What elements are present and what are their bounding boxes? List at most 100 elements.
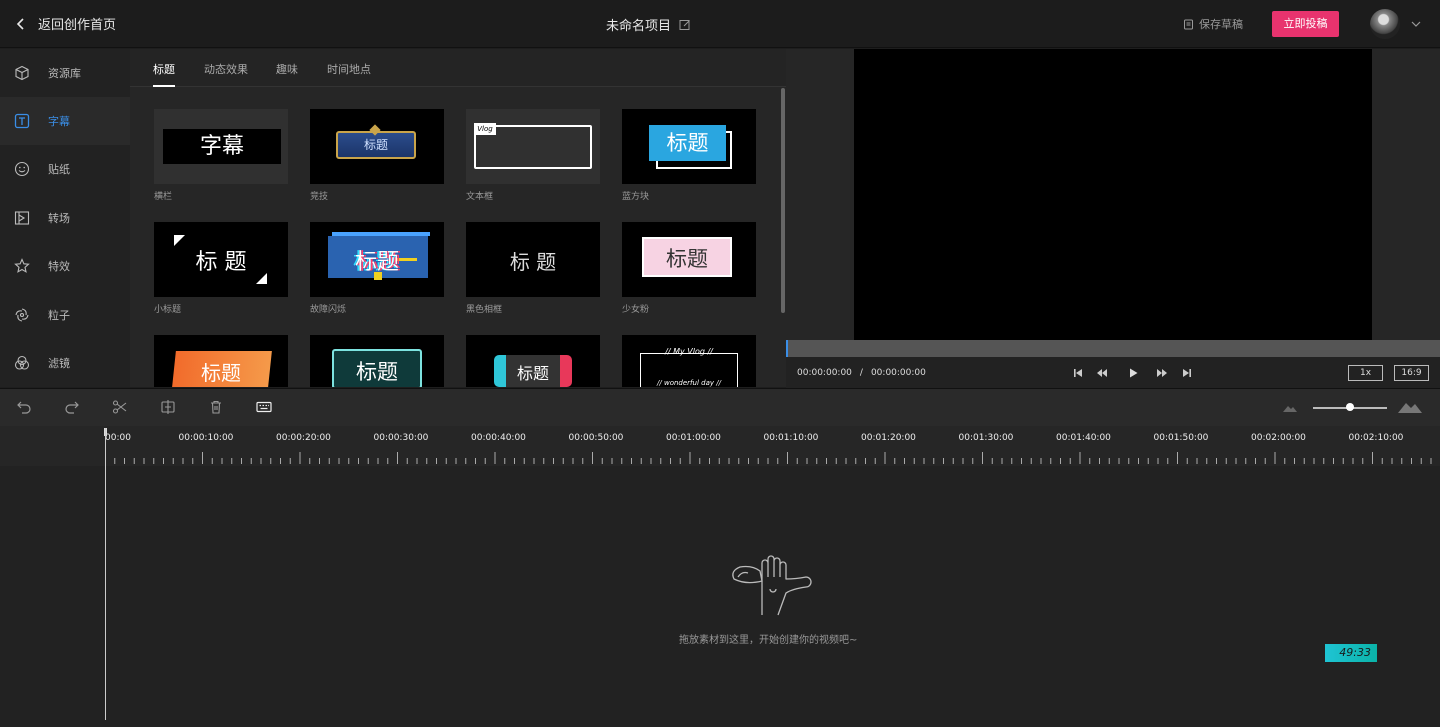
- ruler-tick-label: 00:00:40:00: [471, 433, 526, 443]
- template-card[interactable]: 标 题 小标题: [154, 222, 288, 315]
- chevron-down-icon[interactable]: [1411, 19, 1421, 29]
- template-card[interactable]: 字幕 横栏: [154, 109, 288, 202]
- template-thumbnail: 标题: [622, 222, 756, 297]
- thumb-text: 字幕: [163, 129, 281, 164]
- progress-handle[interactable]: [786, 340, 788, 357]
- time-display: 00:00:00:00 / 00:00:00:00: [797, 368, 926, 378]
- hand-drag-icon: [732, 555, 812, 616]
- thumb-text: // My Vlog //: [665, 347, 713, 356]
- sidebar-item-filter[interactable]: 滤镜: [0, 339, 130, 387]
- template-grid: 字幕 横栏 标题 竞技 Vlog 文本框 标题 蓝方块 标 题 小标题 标题 故…: [130, 88, 780, 387]
- keyboard-icon[interactable]: [256, 399, 272, 415]
- ruler-tick-label: 00:01:10:00: [763, 433, 819, 443]
- tab-time-place[interactable]: 时间地点: [327, 61, 371, 77]
- project-title-area: 未命名项目: [606, 15, 691, 34]
- scissors-icon[interactable]: [112, 399, 128, 415]
- active-tab-indicator: [153, 85, 175, 87]
- thumb-text: 标题: [649, 125, 726, 161]
- time-separator: /: [859, 368, 863, 378]
- zoom-in-icon[interactable]: [1397, 398, 1423, 414]
- zoom-out-icon[interactable]: [1282, 401, 1298, 413]
- thumb-text: // wonderful day //: [657, 379, 721, 387]
- template-card[interactable]: 标题 竞技: [310, 109, 444, 202]
- publish-button[interactable]: 立即投稿: [1272, 11, 1339, 37]
- sidebar-item-library[interactable]: 资源库: [0, 49, 130, 97]
- ruler-tick-label: 00:00: [105, 433, 131, 443]
- thumb-text: 标题: [336, 131, 416, 159]
- template-label: 蓝方块: [622, 192, 650, 202]
- undo-icon[interactable]: [16, 399, 32, 415]
- cube-icon: [15, 65, 29, 81]
- template-card[interactable]: 标题 少女粉: [622, 222, 756, 315]
- zoom-slider-handle[interactable]: [1346, 403, 1354, 411]
- template-label: 横栏: [154, 192, 173, 202]
- edit-icon[interactable]: [679, 19, 691, 31]
- transition-icon: [14, 211, 30, 225]
- current-time: 00:00:00:00: [797, 368, 852, 378]
- sidebar-item-label: 资源库: [48, 67, 81, 80]
- trash-icon[interactable]: [208, 399, 224, 415]
- avatar[interactable]: [1370, 9, 1400, 39]
- back-label: 返回创作首页: [38, 18, 117, 33]
- tab-title[interactable]: 标题: [153, 61, 175, 77]
- template-card[interactable]: 标题: [466, 335, 600, 387]
- timeline-area[interactable]: [0, 426, 1440, 727]
- ruler-tick-label: 00:02:10:00: [1348, 433, 1404, 443]
- template-label: 黑色相框: [466, 305, 503, 315]
- back-button[interactable]: 返回创作首页: [14, 14, 116, 33]
- template-label: 故障闪烁: [310, 305, 347, 315]
- thumb-text: 标题: [666, 247, 708, 271]
- aspect-ratio-select[interactable]: 16:9: [1394, 365, 1429, 381]
- thumb-text: Vlog: [474, 123, 496, 135]
- thumb-text: 标 题: [195, 250, 247, 275]
- template-card[interactable]: 标题: [154, 335, 288, 387]
- sidebar-item-label: 贴纸: [48, 163, 70, 176]
- sidebar-item-sticker[interactable]: 贴纸: [0, 145, 130, 193]
- sidebar-item-label: 转场: [48, 212, 70, 225]
- thumb-text: 标题: [356, 360, 398, 384]
- template-card[interactable]: 标 题 黑色相框: [466, 222, 600, 315]
- template-label: 少女粉: [622, 305, 650, 315]
- template-card[interactable]: Vlog 文本框: [466, 109, 600, 202]
- skip-start-icon[interactable]: [1072, 367, 1084, 379]
- save-icon: [1184, 19, 1193, 29]
- sidebar-item-label: 字幕: [48, 115, 70, 128]
- sidebar-item-subtitle[interactable]: 字幕: [0, 97, 130, 145]
- filter-icon: [14, 355, 30, 370]
- thumb-text: 标题: [354, 250, 399, 275]
- thumb-text: 标题: [516, 364, 549, 383]
- sidebar-item-particles[interactable]: 粒子: [0, 291, 130, 339]
- left-sidebar: 资源库 字幕 贴纸 转场 特效 粒子 滤镜: [0, 49, 130, 387]
- tab-dynamic[interactable]: 动态效果: [204, 61, 248, 77]
- preview-progress-bar[interactable]: [786, 340, 1440, 357]
- duration-badge: 49:33: [1325, 644, 1377, 662]
- save-draft-button[interactable]: 保存草稿: [1183, 16, 1243, 32]
- template-thumbnail: 标题: [466, 335, 600, 387]
- template-card[interactable]: 标题 故障闪烁: [310, 222, 444, 315]
- thumb-text: 标 题: [509, 250, 557, 274]
- template-card[interactable]: // My Vlog // // wonderful day //: [622, 335, 756, 387]
- speed-select[interactable]: 1x: [1348, 365, 1383, 381]
- template-card[interactable]: 标题 蓝方块: [622, 109, 756, 202]
- empty-timeline-hint: 拖放素材到这里，开始创建你的视频吧~: [679, 635, 858, 646]
- rewind-icon[interactable]: [1096, 367, 1108, 379]
- fast-forward-icon[interactable]: [1156, 367, 1168, 379]
- play-icon[interactable]: [1127, 367, 1139, 379]
- split-icon[interactable]: [160, 399, 176, 415]
- editor-app: 返回创作首页 未命名项目 保存草稿 立即投稿 资源库 字幕 贴纸 转场 特效 粒…: [0, 0, 1440, 727]
- tab-fun[interactable]: 趣味: [276, 61, 298, 77]
- sidebar-item-transition[interactable]: 转场: [0, 194, 130, 242]
- particle-icon: [15, 308, 29, 322]
- panel-scrollbar[interactable]: [781, 88, 785, 313]
- skip-end-icon[interactable]: [1181, 367, 1193, 379]
- ruler-tick-label: 00:02:00:00: [1251, 433, 1306, 443]
- template-thumbnail: 标题: [154, 335, 288, 387]
- redo-icon[interactable]: [64, 399, 80, 415]
- sidebar-item-effects[interactable]: 特效: [0, 242, 130, 290]
- project-title: 未命名项目: [606, 19, 672, 34]
- playhead[interactable]: [105, 428, 106, 720]
- ruler-tick-label: 00:01:00:00: [666, 433, 721, 443]
- template-card[interactable]: 标题: [310, 335, 444, 387]
- ruler-tick-label: 00:00:50:00: [568, 433, 624, 443]
- save-draft-label: 保存草稿: [1199, 18, 1243, 31]
